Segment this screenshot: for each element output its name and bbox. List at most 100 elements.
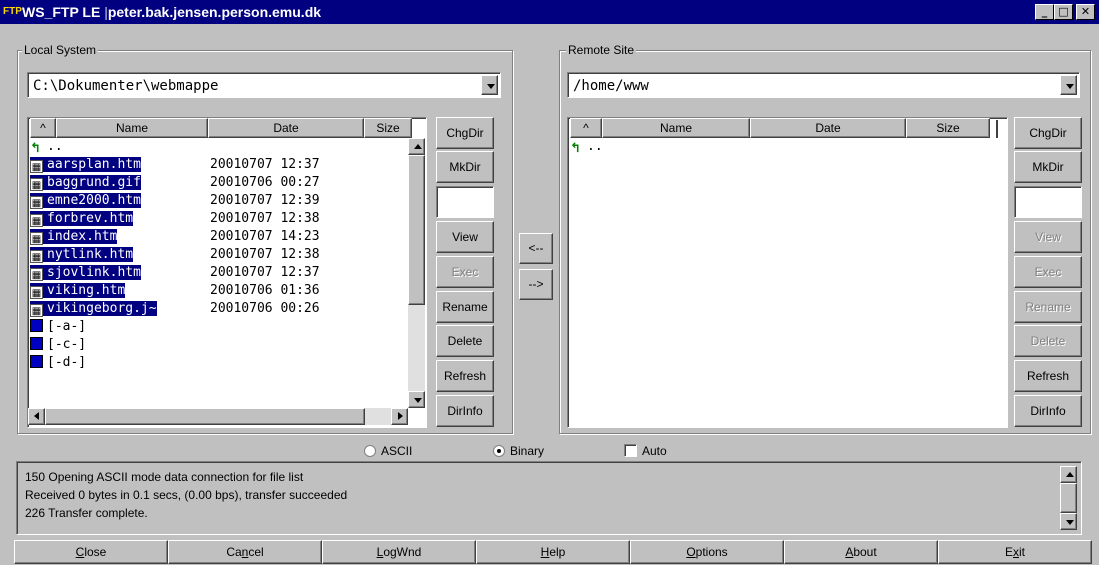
local-path-combo[interactable]: C:\Dokumenter\webmappe <box>27 72 501 98</box>
options-button[interactable]: Options <box>630 540 784 564</box>
about-button[interactable]: About <box>784 540 938 564</box>
log-line: 150 Opening ASCII mode data connection f… <box>25 470 304 484</box>
local-path-dropdown-button[interactable] <box>481 75 498 95</box>
cancel-button[interactable]: Cancel <box>168 540 322 564</box>
local-file-row[interactable]: ▦ aarsplan.htm 20010707 12:37 <box>30 156 320 174</box>
drive-label: [-c-] <box>47 337 87 352</box>
remote-refresh-button[interactable]: Refresh <box>1014 360 1082 392</box>
local-file-row[interactable]: ▦ index.htm 20010707 14:23 <box>30 228 320 246</box>
local-file-list[interactable]: ^ Name Date Size ↰.. ▦ aarsplan.htm 200107… <box>27 117 427 428</box>
ascii-radio[interactable] <box>364 445 376 457</box>
help-button[interactable]: Help <box>476 540 630 564</box>
remote-size-header[interactable]: Size <box>906 118 990 138</box>
local-up-dir[interactable]: ↰.. <box>30 138 63 156</box>
remote-file-list[interactable]: ^ Name Date Size ↰.. <box>567 117 1008 428</box>
remote-sort-header[interactable]: ^ <box>570 118 602 138</box>
log-scroll-down-button[interactable] <box>1060 513 1077 530</box>
file-icon: ▦ <box>30 196 43 209</box>
transfer-to-local-button[interactable]: <-- <box>519 233 553 264</box>
maximize-button[interactable]: □ <box>1054 4 1073 20</box>
log-panel[interactable]: 150 Opening ASCII mode data connection f… <box>16 461 1082 535</box>
remote-exec-button[interactable]: Exec <box>1014 256 1082 288</box>
file-name: forbrev.htm <box>47 211 134 226</box>
local-mkdir-button[interactable]: MkDir <box>436 151 494 183</box>
local-chgdir-button[interactable]: ChgDir <box>436 117 494 149</box>
local-dirinfo-button[interactable]: DirInfo <box>436 395 494 427</box>
local-file-row[interactable]: ▦ nytlink.htm 20010707 12:38 <box>30 246 320 264</box>
exit-button[interactable]: Exit <box>938 540 1092 564</box>
hscroll-thumb[interactable] <box>45 408 365 425</box>
file-date: 20010707 12:37 <box>210 157 320 172</box>
local-vertical-scrollbar[interactable] <box>408 138 425 408</box>
up-directory-icon: ↰ <box>30 141 41 156</box>
title-bar[interactable]: FTP WS_FTP LE |peter.bak.jensen.person.e… <box>0 0 1099 24</box>
local-rename-button[interactable]: Rename <box>436 291 494 323</box>
log-scroll-thumb[interactable] <box>1060 483 1077 513</box>
scroll-right-button[interactable] <box>391 408 408 425</box>
local-sort-header[interactable]: ^ <box>30 118 56 138</box>
local-size-header[interactable]: Size <box>364 118 412 138</box>
remote-rename-button[interactable]: Rename <box>1014 291 1082 323</box>
local-delete-button[interactable]: Delete <box>436 325 494 357</box>
remote-view-button[interactable]: View <box>1014 221 1082 253</box>
column-divider <box>996 120 998 138</box>
file-icon: ▦ <box>30 286 43 299</box>
minimize-button[interactable]: _ <box>1035 4 1054 20</box>
window-title: WS_FTP LE |peter.bak.jensen.person.emu.d… <box>22 4 322 20</box>
remote-delete-button[interactable]: Delete <box>1014 325 1082 357</box>
label-post: ogWnd <box>383 545 422 559</box>
ftp-app-icon[interactable]: FTP <box>3 4 22 20</box>
scroll-left-button[interactable] <box>28 408 45 425</box>
close-button[interactable]: Close <box>14 540 168 564</box>
log-scroll-up-button[interactable] <box>1060 466 1077 483</box>
auto-checkbox[interactable] <box>624 444 637 457</box>
remote-dirinfo-button[interactable]: DirInfo <box>1014 395 1082 427</box>
remote-chgdir-button[interactable]: ChgDir <box>1014 117 1082 149</box>
close-window-button[interactable]: ✕ <box>1076 4 1095 20</box>
transfer-to-remote-button[interactable]: --> <box>519 269 553 300</box>
local-date-header[interactable]: Date <box>208 118 364 138</box>
file-icon: ▦ <box>30 250 43 263</box>
remote-up-dir[interactable]: ↰.. <box>570 138 603 156</box>
remote-path-combo[interactable]: /home/www <box>567 72 1080 98</box>
local-file-row[interactable]: ▦ viking.htm 20010706 01:36 <box>30 282 320 300</box>
local-drive-row[interactable]: [-a-] <box>30 318 86 336</box>
label-post: it <box>1019 545 1025 559</box>
file-icon: ▦ <box>30 304 43 317</box>
scroll-thumb[interactable] <box>408 155 425 305</box>
local-file-row[interactable]: ▦ baggrund.gif 20010706 00:27 <box>30 174 320 192</box>
label-post: bout <box>853 545 877 559</box>
local-file-row[interactable]: ▦ forbrev.htm 20010707 12:38 <box>30 210 320 228</box>
local-refresh-button[interactable]: Refresh <box>436 360 494 392</box>
remote-mkdir-button[interactable]: MkDir <box>1014 151 1082 183</box>
drive-icon <box>30 337 43 350</box>
scroll-up-button[interactable] <box>408 138 425 155</box>
remote-filter-field[interactable] <box>1014 186 1082 218</box>
up-dir-label: .. <box>587 139 603 154</box>
remote-date-header[interactable]: Date <box>750 118 906 138</box>
local-name-header[interactable]: Name <box>56 118 208 138</box>
binary-label: Binary <box>510 444 545 458</box>
label-post: cel <box>248 545 264 559</box>
local-drive-row[interactable]: [-c-] <box>30 336 86 354</box>
log-scrollbar[interactable] <box>1060 466 1077 530</box>
local-file-row[interactable]: ▦ sjovlink.htm 20010707 12:37 <box>30 264 320 282</box>
local-file-row[interactable]: ▦ emne2000.htm 20010707 12:39 <box>30 192 320 210</box>
arrow-down-icon <box>1066 520 1074 525</box>
local-file-row[interactable]: ▦ vikingeborg.j~ 20010706 00:26 <box>30 300 320 318</box>
logwnd-button[interactable]: LogWnd <box>322 540 476 564</box>
remote-path-dropdown-button[interactable] <box>1060 75 1077 95</box>
log-line: 226 Transfer complete. <box>25 506 148 520</box>
binary-radio[interactable] <box>493 445 505 457</box>
remote-name-header[interactable]: Name <box>602 118 750 138</box>
chevron-down-icon <box>487 84 495 89</box>
file-icon: ▦ <box>30 178 43 191</box>
file-name: vikingeborg.j~ <box>47 301 157 316</box>
local-filter-field[interactable] <box>436 186 494 218</box>
scroll-down-button[interactable] <box>408 391 425 408</box>
local-view-button[interactable]: View <box>436 221 494 253</box>
local-exec-button[interactable]: Exec <box>436 256 494 288</box>
local-horizontal-scrollbar[interactable] <box>28 408 408 425</box>
local-drive-row[interactable]: [-d-] <box>30 354 86 372</box>
file-name: viking.htm <box>47 283 126 298</box>
